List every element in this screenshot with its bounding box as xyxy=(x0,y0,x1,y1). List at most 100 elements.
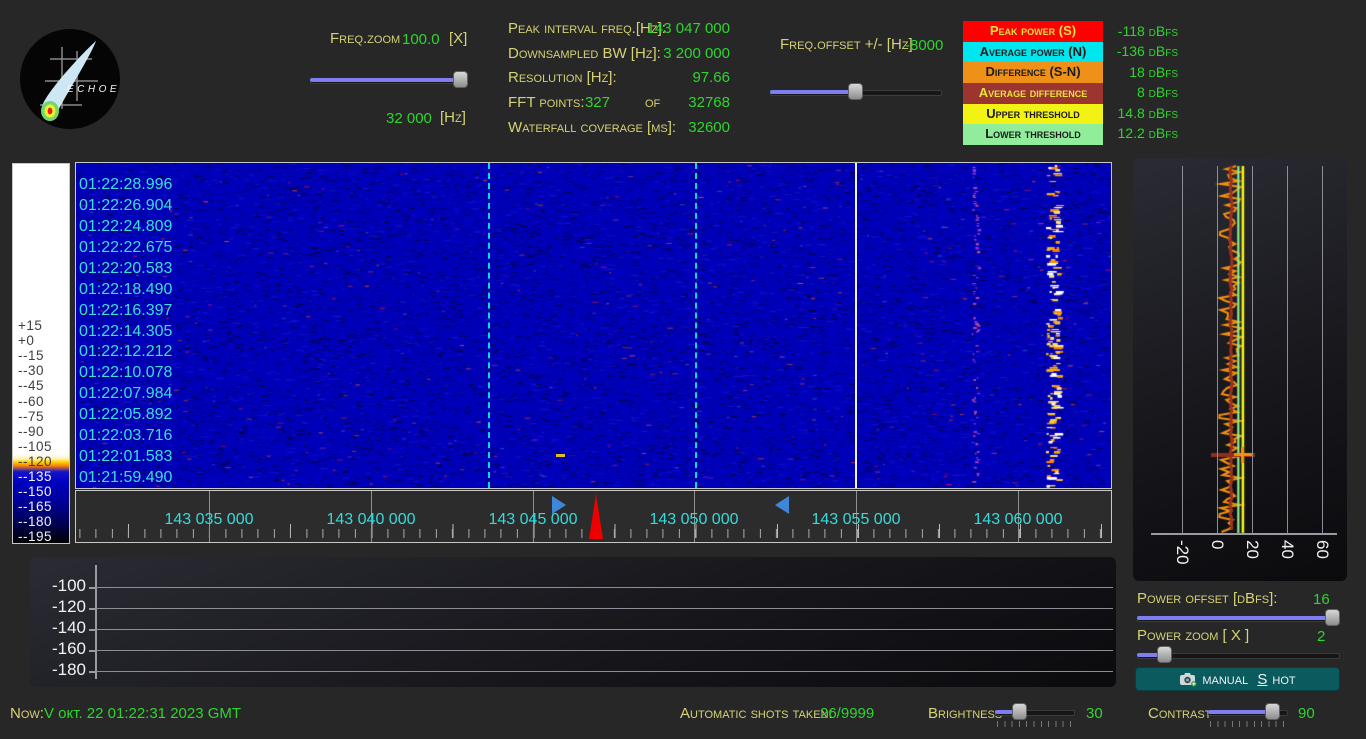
stat-row-waterfall-coverage-ms: Waterfall coverage [ms]:32600 xyxy=(508,119,730,144)
legend-value-upper-threshold: 14.8 dBfs xyxy=(1098,103,1178,123)
brightness-slider-handle[interactable] xyxy=(1012,703,1027,720)
contrast-slider-fill xyxy=(1208,710,1272,714)
waterfall-timestamp: 01:22:20.583 xyxy=(79,260,172,278)
frequency-tick-label: 143 050 000 xyxy=(650,511,739,529)
stat-row-fft-points: FFT points:327of32768 xyxy=(508,94,730,119)
scale-label: --150 xyxy=(18,484,52,499)
stat-label: Downsampled BW [Hz]: xyxy=(508,45,661,62)
legend-button-difference-s-n[interactable]: Difference (S-N) xyxy=(963,62,1103,83)
freq-offset-slider-handle[interactable] xyxy=(848,83,863,100)
frequency-tick-label: 143 040 000 xyxy=(327,511,416,529)
power-zoom-value: 2 xyxy=(1317,628,1325,645)
brightness-slider-ticks xyxy=(997,721,1075,727)
stat-value: 97.66 xyxy=(692,69,730,86)
freq-span-value: 32 000 xyxy=(386,110,432,127)
power-offset-slider-handle[interactable] xyxy=(1325,609,1340,626)
power-history-tick-label: -140 xyxy=(30,618,86,638)
waterfall-timestamp: 01:22:10.078 xyxy=(79,364,172,382)
peak-interval-start-line[interactable] xyxy=(488,163,490,488)
echo-mark xyxy=(556,454,565,457)
power-history-tick-label: -180 xyxy=(30,660,86,680)
camera-icon xyxy=(1179,672,1197,687)
frequency-ruler[interactable]: 143 035 000143 040 000143 045 000143 050… xyxy=(75,490,1112,543)
brightness-slider[interactable] xyxy=(995,703,1075,720)
scale-label: --75 xyxy=(18,409,44,424)
waterfall-timestamp: 01:22:03.716 xyxy=(79,427,172,445)
waterfall-display[interactable]: 01:22:28.99601:22:26.90401:22:24.80901:2… xyxy=(75,162,1112,489)
freq-zoom-slider[interactable] xyxy=(310,71,468,88)
peak-frequency-marker[interactable] xyxy=(589,494,603,539)
power-spectrum-panel: -200204060 xyxy=(1133,158,1347,581)
waterfall-timestamp: 01:22:26.904 xyxy=(79,197,172,215)
spectrum-tick-label: 60 xyxy=(1312,540,1332,559)
scale-label: --120 xyxy=(18,454,52,469)
waterfall-timestamp: 01:22:24.809 xyxy=(79,218,172,236)
center-frequency-line xyxy=(855,163,857,488)
trace-legend-values: -118 dBfs-136 dBfs18 dBfs8 dBfs14.8 dBfs… xyxy=(1098,21,1178,143)
power-offset-value: 16 xyxy=(1313,591,1330,608)
frequency-tick-label: 143 060 000 xyxy=(974,511,1063,529)
power-history-tick xyxy=(89,608,96,610)
acquisition-stats: Peak interval freq.[Hz]:143 047 000Downs… xyxy=(508,20,730,143)
power-history-gridline xyxy=(96,587,1113,588)
waterfall-canvas[interactable] xyxy=(76,163,1111,488)
interval-end-triangle-icon[interactable] xyxy=(775,496,789,514)
freq-offset-label: Freq.offset +/- [Hz] xyxy=(780,36,913,53)
scale-label: +0 xyxy=(18,333,34,348)
contrast-slider-ticks xyxy=(1210,721,1288,727)
scale-label: --15 xyxy=(18,348,44,363)
contrast-slider[interactable] xyxy=(1208,703,1288,720)
legend-button-peak-power-s[interactable]: Peak power (S) xyxy=(963,21,1103,42)
now-value: V окт. 22 01:22:31 2023 GMT xyxy=(44,705,241,722)
scale-label: --180 xyxy=(18,514,52,529)
power-zoom-slider[interactable] xyxy=(1137,646,1340,663)
legend-button-upper-threshold[interactable]: Upper threshold xyxy=(963,104,1103,125)
stat-row-downsampled-bw-hz: Downsampled BW [Hz]:3 200 000 xyxy=(508,45,730,70)
manual-shot-label-prefix: manual xyxy=(1202,671,1252,688)
waterfall-timestamp: 01:22:16.397 xyxy=(79,302,172,320)
peak-interval-end-line[interactable] xyxy=(695,163,697,488)
manual-shot-button[interactable]: manual Shot xyxy=(1135,667,1340,691)
contrast-slider-handle[interactable] xyxy=(1265,703,1280,720)
power-zoom-slider-handle[interactable] xyxy=(1157,646,1172,663)
waterfall-timestamp: 01:22:22.675 xyxy=(79,239,172,257)
legend-value-average-power-n: -136 dBfs xyxy=(1098,41,1178,61)
scale-label: --45 xyxy=(18,378,44,393)
power-history-gridline xyxy=(96,671,1113,672)
power-history-tick xyxy=(89,650,96,652)
waterfall-timestamp: 01:22:12.212 xyxy=(79,343,172,361)
interval-start-triangle-icon[interactable] xyxy=(552,496,566,514)
now-label: Now: xyxy=(10,705,44,722)
stat-label: Peak interval freq.[Hz]: xyxy=(508,20,666,37)
waterfall-timestamp: 01:21:59.490 xyxy=(79,469,172,487)
waterfall-color-scale: +15+0--15--30--45--60--75--90--105--120-… xyxy=(12,163,70,544)
power-zoom-label: Power zoom [ X ] xyxy=(1137,627,1249,644)
frequency-tick-label: 143 035 000 xyxy=(165,511,254,529)
spectrum-gridline xyxy=(1182,166,1183,534)
freq-zoom-label: Freq.zoom xyxy=(330,30,400,47)
power-history-tick xyxy=(89,671,96,673)
spectrum-gridline xyxy=(1322,166,1323,534)
power-history-gridline xyxy=(96,608,1113,609)
freq-zoom-slider-handle[interactable] xyxy=(453,71,468,88)
freq-offset-slider[interactable] xyxy=(770,83,942,100)
freq-offset-slider-fill xyxy=(770,90,855,94)
brightness-value: 30 xyxy=(1086,705,1103,722)
stat-value: 32600 xyxy=(688,119,730,136)
waterfall-timestamp: 01:22:07.984 xyxy=(79,385,172,403)
power-offset-slider[interactable] xyxy=(1137,609,1340,626)
legend-button-average-power-n[interactable]: Average power (N) xyxy=(963,42,1103,63)
frequency-tick-label: 143 055 000 xyxy=(812,511,901,529)
legend-button-average-difference[interactable]: Average difference xyxy=(963,83,1103,104)
spectrum-gridline xyxy=(1287,166,1288,534)
power-history-gridline xyxy=(96,629,1113,630)
stat-value-total: 32768 xyxy=(688,94,730,111)
scale-label: --195 xyxy=(18,529,52,544)
spectrum-tick-label: -20 xyxy=(1172,540,1192,565)
power-history-y-axis xyxy=(95,565,97,679)
legend-value-average-difference: 8 dBfs xyxy=(1098,82,1178,102)
spectrum-tick-label: 0 xyxy=(1207,540,1227,549)
scale-label: +15 xyxy=(18,318,42,333)
freq-zoom-unit: [X] xyxy=(449,30,467,47)
legend-button-lower-threshold[interactable]: Lower threshold xyxy=(963,124,1103,145)
